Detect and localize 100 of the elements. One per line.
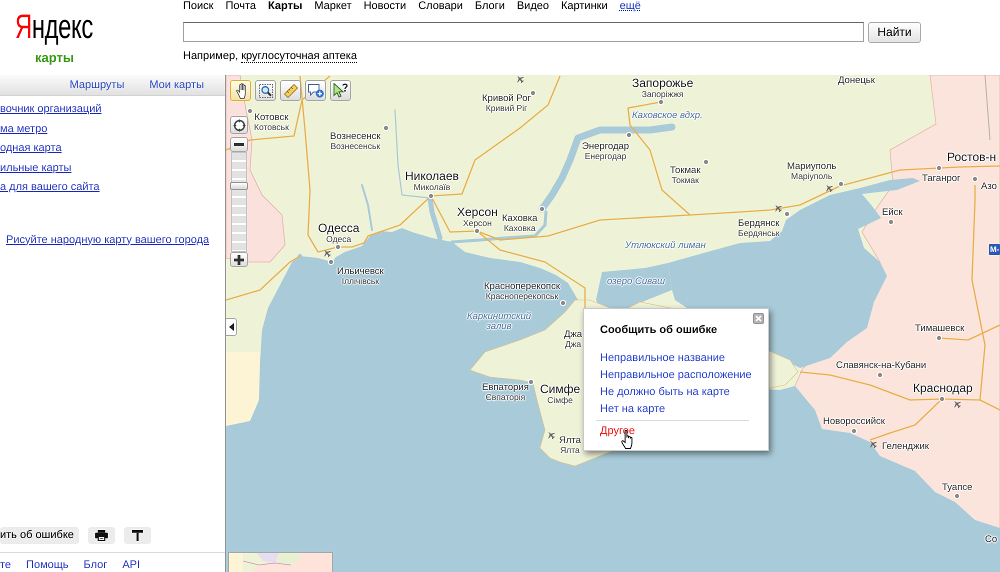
speech-bubble-plus-icon bbox=[308, 84, 324, 98]
footer-link[interactable]: те bbox=[0, 558, 12, 572]
logo[interactable]: Яндекс bbox=[15, 12, 93, 43]
water-body-label: Каховское вдхр. bbox=[632, 111, 703, 121]
water-body-label: Каркинитский залив bbox=[466, 312, 532, 332]
locate-button[interactable] bbox=[230, 116, 248, 134]
caret-left-icon bbox=[228, 323, 234, 331]
estuary bbox=[428, 196, 442, 240]
local-place-label: Ялта bbox=[560, 446, 580, 454]
place-label: Энергодар bbox=[582, 142, 630, 152]
place-label: Со bbox=[985, 535, 998, 544]
map-tool-button[interactable] bbox=[305, 80, 326, 101]
cursor-question-icon bbox=[333, 83, 348, 98]
place-label: Новороссийск bbox=[823, 417, 885, 426]
zoom-out-button[interactable] bbox=[230, 137, 248, 152]
sidebar-link[interactable]: вочник организаций bbox=[0, 100, 102, 120]
place-label: Евпатория bbox=[482, 383, 529, 392]
nav-link[interactable]: Видео bbox=[516, 0, 549, 12]
water-body-label: озеро Сиваш bbox=[607, 277, 666, 287]
place-label: Токмак bbox=[670, 166, 700, 176]
sidebar-tab[interactable]: Мои карты bbox=[149, 75, 204, 95]
collapse-panel-button[interactable] bbox=[226, 318, 237, 336]
local-place-label: Бердянськ bbox=[738, 228, 780, 238]
local-place-label: Котовськ bbox=[254, 122, 289, 132]
local-place-label: Одеса bbox=[326, 235, 352, 244]
city-dot-icon bbox=[560, 300, 566, 306]
print-button[interactable] bbox=[88, 527, 115, 544]
example-link[interactable]: круглосуточная аптека bbox=[241, 50, 357, 63]
place-label: Симфе bbox=[540, 383, 580, 396]
local-place-label: Джа bbox=[564, 340, 582, 348]
nav-link[interactable]: Словари bbox=[418, 0, 463, 12]
water-body-label: Утлюкский лиман bbox=[625, 241, 706, 251]
sidebar-link[interactable]: одная карта bbox=[0, 139, 62, 158]
local-place-label: Миколаїв bbox=[414, 183, 450, 192]
tool-button[interactable] bbox=[124, 527, 151, 544]
place-label: Донецьк bbox=[838, 76, 875, 86]
zoom-slider-thumb[interactable] bbox=[230, 182, 248, 190]
printer-icon bbox=[94, 530, 108, 541]
promo-link[interactable]: Рисуйте народную карту вашего города bbox=[6, 230, 210, 250]
popup-option[interactable]: Неправильное название bbox=[600, 350, 726, 367]
airplane-icon bbox=[548, 432, 555, 440]
place-label: Каховка bbox=[502, 214, 538, 224]
local-place-label: Кривий Ріг bbox=[486, 104, 528, 112]
place-label: Краснодар bbox=[913, 382, 973, 395]
search-field[interactable] bbox=[183, 22, 864, 42]
popup-option[interactable]: Другое bbox=[600, 423, 635, 440]
sidebar-link[interactable]: ма метро bbox=[0, 120, 48, 139]
more-menu-link[interactable]: ещё bbox=[620, 0, 641, 12]
nav-link[interactable]: Картинки bbox=[560, 0, 608, 12]
place-label: Туапсе bbox=[942, 483, 972, 492]
city-dot-icon bbox=[334, 244, 342, 250]
popup-option[interactable]: Неправильное расположение bbox=[600, 367, 752, 384]
place-label: Запорожье bbox=[632, 77, 694, 90]
footer-link[interactable]: API bbox=[122, 558, 140, 572]
zoom-in-button[interactable] bbox=[230, 252, 248, 267]
city-dot-icon bbox=[954, 492, 960, 500]
city-dot-icon bbox=[246, 108, 254, 114]
city-dot-icon bbox=[474, 228, 480, 234]
place-label: Бердянск bbox=[738, 219, 780, 228]
ruler-icon bbox=[284, 84, 298, 98]
close-button[interactable] bbox=[753, 313, 764, 324]
search-example-text: Например, круглосуточная аптека bbox=[183, 50, 358, 63]
sidebar-link[interactable]: а для вашего сайта bbox=[0, 178, 100, 198]
city-dot-icon bbox=[972, 176, 978, 182]
footer-link[interactable]: Блог bbox=[84, 558, 108, 572]
nav-link[interactable]: Поиск bbox=[183, 0, 214, 12]
place-label: Ильичевск bbox=[337, 267, 384, 276]
estuary bbox=[361, 184, 373, 231]
map-tool-button[interactable] bbox=[255, 80, 276, 101]
place-label: Азо bbox=[981, 182, 997, 192]
airplane-icon bbox=[775, 204, 782, 212]
local-place-label: Запоріжжя bbox=[642, 90, 684, 99]
nav-link[interactable]: Карты bbox=[268, 0, 302, 12]
map-tool-button[interactable] bbox=[330, 80, 351, 101]
popup-option[interactable]: Нет на карте bbox=[600, 401, 666, 418]
nav-link[interactable]: Блоги bbox=[474, 0, 505, 12]
city-dot-icon bbox=[428, 192, 434, 200]
airplane-icon bbox=[826, 184, 833, 192]
place-label: Ростов-н bbox=[947, 151, 996, 164]
nav-link[interactable]: Маркет bbox=[314, 0, 352, 12]
city-dot-icon bbox=[876, 372, 884, 378]
nav-link[interactable]: Новости bbox=[364, 0, 406, 12]
footer-link[interactable]: Помощь bbox=[26, 558, 69, 572]
popup-option[interactable]: Не должно быть на карте bbox=[600, 384, 730, 401]
sidebar-link[interactable]: ильные карты bbox=[0, 158, 72, 178]
map-tool-button[interactable] bbox=[230, 80, 251, 101]
local-place-label: Енергодар bbox=[584, 152, 626, 160]
city-dot-icon bbox=[538, 206, 546, 212]
city-dot-icon bbox=[658, 98, 664, 106]
plus-icon bbox=[234, 254, 244, 264]
place-label: Кривой Рог bbox=[482, 94, 531, 104]
sidebar-tab[interactable]: Маршруты bbox=[70, 75, 124, 95]
place-label: Николаев bbox=[405, 170, 459, 183]
place-label: Красноперекопск bbox=[484, 282, 560, 292]
report-error-button[interactable]: ить об ошибке bbox=[0, 527, 79, 544]
city-dot-icon bbox=[382, 124, 390, 132]
city-dot-icon bbox=[936, 334, 942, 342]
search-button[interactable]: Найти bbox=[868, 22, 921, 43]
nav-link[interactable]: Почта bbox=[225, 0, 256, 12]
place-label: Джа bbox=[564, 330, 582, 340]
